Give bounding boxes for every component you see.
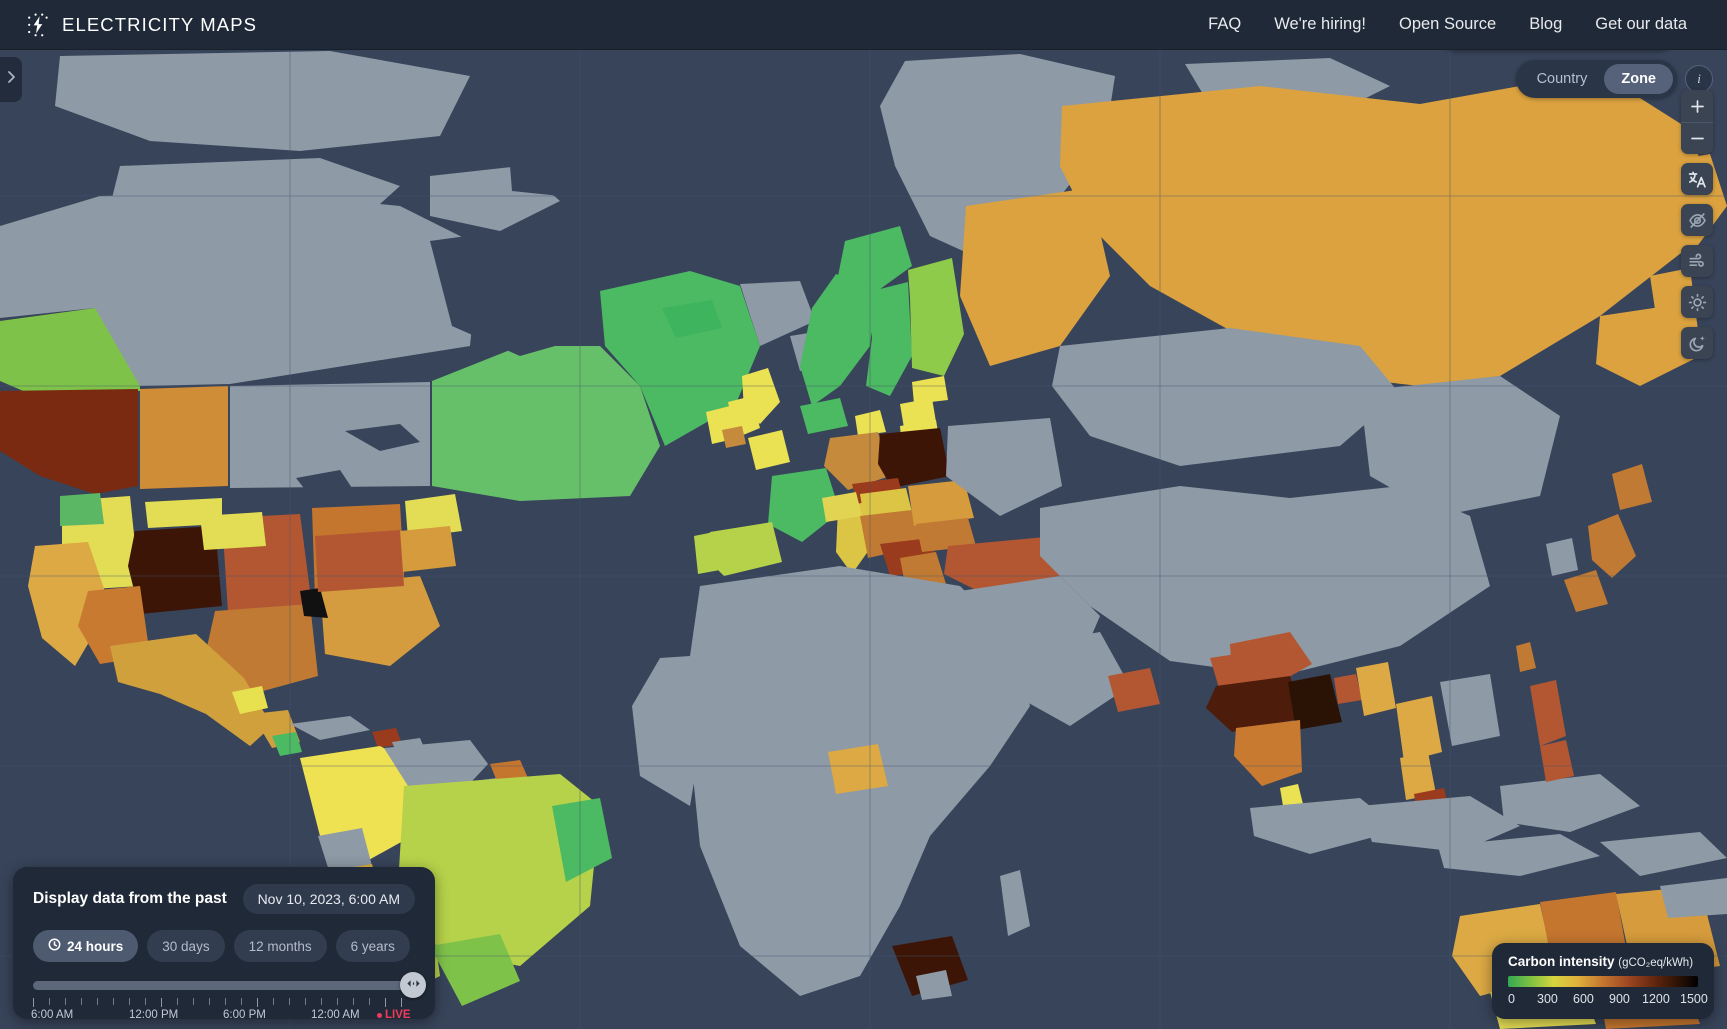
legend-gradient-bar <box>1508 976 1698 987</box>
wind-layer-button[interactable] <box>1681 245 1713 277</box>
plus-icon <box>1689 98 1706 115</box>
carbon-intensity-legend: Carbon intensity (gCO₂eq/kWh) 0 300 600 … <box>1492 943 1714 1019</box>
legend-tick-600: 600 <box>1573 992 1594 1006</box>
translate-icon <box>1688 170 1707 189</box>
range-6-years[interactable]: 6 years <box>336 930 410 962</box>
time-slider-track[interactable] <box>33 981 415 990</box>
expand-panel-button[interactable] <box>0 57 22 102</box>
chevron-right-icon <box>6 69 17 90</box>
range-6-years-label: 6 years <box>351 939 395 954</box>
time-range-buttons: 24 hours 30 days 12 months 6 years <box>33 930 415 962</box>
live-badge[interactable]: LIVE <box>377 1009 411 1021</box>
theme-button[interactable] <box>1681 327 1713 359</box>
datetime-display[interactable]: Nov 10, 2023, 6:00 AM <box>243 884 415 914</box>
range-24-hours[interactable]: 24 hours <box>33 930 138 962</box>
minus-icon <box>1689 130 1706 147</box>
electricity-maps-app: ELECTRICITY MAPS FAQ We're hiring! Open … <box>0 0 1727 1029</box>
nav-link-faq[interactable]: FAQ <box>1208 15 1241 34</box>
lightning-bolt-icon <box>25 12 51 38</box>
time-axis-labels: 6:00 AM 12:00 PM 6:00 PM 12:00 AM LIVE <box>33 1009 415 1024</box>
language-button[interactable] <box>1681 163 1713 195</box>
range-12-months[interactable]: 12 months <box>234 930 327 962</box>
time-slider-handle[interactable] <box>400 972 426 998</box>
brand[interactable]: ELECTRICITY MAPS <box>0 12 257 38</box>
country-option[interactable]: Country <box>1520 64 1605 94</box>
brand-name: ELECTRICITY MAPS <box>62 14 257 36</box>
nav-link-hiring[interactable]: We're hiring! <box>1274 15 1366 34</box>
main-nav: FAQ We're hiring! Open Source Blog Get o… <box>1208 15 1727 34</box>
app-header: ELECTRICITY MAPS FAQ We're hiring! Open … <box>0 0 1727 50</box>
moon-icon <box>1688 334 1707 353</box>
legend-tick-1200: 1200 <box>1642 992 1670 1006</box>
legend-tick-0: 0 <box>1508 992 1515 1006</box>
range-12-months-label: 12 months <box>249 939 312 954</box>
legend-tick-300: 300 <box>1537 992 1558 1006</box>
legend-unit: (gCO₂eq/kWh) <box>1618 957 1693 969</box>
wind-icon <box>1688 252 1707 271</box>
nav-link-blog[interactable]: Blog <box>1529 15 1562 34</box>
toggle-labels-button[interactable] <box>1681 204 1713 236</box>
nav-link-get-our-data[interactable]: Get our data <box>1595 15 1687 34</box>
clock-icon <box>48 938 61 954</box>
zoom-out-button[interactable] <box>1681 122 1713 154</box>
legend-tick-1500: 1500 <box>1680 992 1708 1006</box>
time-controls-panel: Display data from the past Nov 10, 2023,… <box>13 867 435 1019</box>
legend-tick-labels: 0 300 600 900 1200 1500 <box>1508 992 1698 1007</box>
map-tool-rail <box>1681 90 1713 359</box>
legend-tick-900: 900 <box>1609 992 1630 1006</box>
range-30-days-label: 30 days <box>162 939 209 954</box>
sun-icon <box>1688 293 1707 312</box>
zoom-controls <box>1681 90 1713 154</box>
left-right-arrows-icon <box>406 976 421 994</box>
range-30-days[interactable]: 30 days <box>147 930 224 962</box>
axis-label-2: 6:00 PM <box>223 1009 266 1021</box>
time-axis-ticks <box>33 998 415 1007</box>
axis-label-1: 12:00 PM <box>129 1009 178 1021</box>
eye-slash-icon <box>1688 211 1707 230</box>
legend-title-text: Carbon intensity <box>1508 954 1615 969</box>
nav-link-open-source[interactable]: Open Source <box>1399 15 1496 34</box>
solar-layer-button[interactable] <box>1681 286 1713 318</box>
axis-label-0: 6:00 AM <box>31 1009 73 1021</box>
zoom-in-button[interactable] <box>1681 90 1713 122</box>
range-24-hours-label: 24 hours <box>67 939 123 954</box>
granularity-info-button[interactable]: i <box>1685 65 1713 93</box>
time-panel-header: Display data from the past Nov 10, 2023,… <box>33 884 415 914</box>
axis-label-3: 12:00 AM <box>311 1009 360 1021</box>
zone-option[interactable]: Zone <box>1604 64 1673 94</box>
time-slider[interactable] <box>33 978 415 992</box>
legend-title: Carbon intensity (gCO₂eq/kWh) <box>1508 954 1698 969</box>
country-zone-toggle: Country Zone <box>1516 60 1677 98</box>
time-panel-title: Display data from the past <box>33 890 227 908</box>
